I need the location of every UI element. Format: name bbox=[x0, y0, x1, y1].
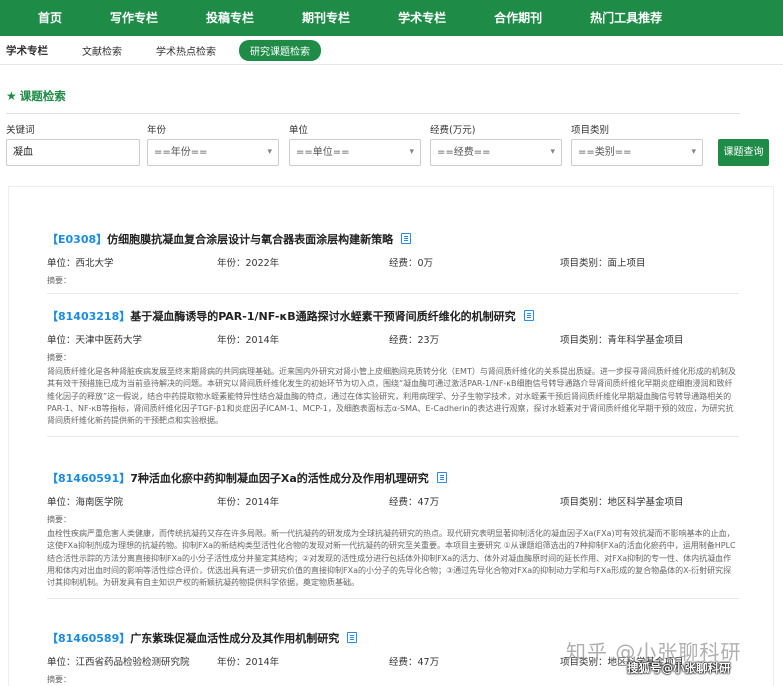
filter-bar: 关键词 凝血 年份 ==年份== ▾ 单位 ==单位== ▾ 经费(万元) ==经费… bbox=[6, 124, 776, 168]
year-label: 年份 bbox=[147, 125, 167, 136]
result-year: 年份：2022年 bbox=[217, 258, 280, 269]
chevron-down-icon: ▾ bbox=[550, 147, 555, 157]
result-item: 【81460591】7种活血化瘀中药抑制凝血因子Xa的活性成分及作用机理研究 单… bbox=[47, 470, 739, 600]
year-select[interactable]: ==年份== ▾ bbox=[147, 139, 279, 166]
result-fund: 经费：0万 bbox=[389, 258, 434, 269]
result-category: 项目类别：青年科学基金项目 bbox=[560, 335, 684, 346]
copy-icon[interactable] bbox=[436, 472, 447, 483]
result-code: 【81403218】 bbox=[47, 310, 131, 323]
result-item: 【81403218】基于凝血酶诱导的PAR-1/NF-κB通路探讨水蛭素干预肾间… bbox=[47, 308, 739, 438]
result-unit: 单位：海南医学院 bbox=[47, 497, 124, 508]
result-item: 【E0308】仿细胞膜抗凝血复合涂层设计与氧合器表面涂层构建新策略 单位：西北大… bbox=[47, 231, 739, 294]
abstract-label: 摘要： bbox=[47, 515, 71, 524]
abstract-label: 摘要： bbox=[47, 353, 71, 362]
funding-label: 经费(万元) bbox=[430, 125, 476, 136]
chevron-down-icon: ▾ bbox=[691, 147, 696, 157]
nav-home[interactable]: 首页 bbox=[14, 0, 86, 36]
nav-academic[interactable]: 学术专栏 bbox=[374, 0, 470, 36]
result-unit: 单位：西北大学 bbox=[47, 258, 114, 269]
result-year: 年份：2014年 bbox=[217, 497, 280, 508]
result-title[interactable]: 【E0308】仿细胞膜抗凝血复合涂层设计与氧合器表面涂层构建新策略 bbox=[47, 231, 739, 249]
category-filter: 项目类别 ==类别== ▾ bbox=[571, 124, 703, 166]
copy-icon[interactable] bbox=[401, 233, 412, 244]
result-meta: 单位：天津中医药大学 年份：2014年 经费：23万 项目类别：青年科学基金项目 bbox=[47, 332, 739, 348]
result-fund: 经费：47万 bbox=[389, 657, 440, 668]
watermark-sohu: 搜狐号@小张聊科研 bbox=[627, 661, 731, 675]
unit-label: 单位 bbox=[289, 125, 309, 136]
result-title[interactable]: 【81403218】基于凝血酶诱导的PAR-1/NF-κB通路探讨水蛭素干预肾间… bbox=[47, 308, 739, 326]
abstract-text: 肾间质纤维化是各种肾脏疾病发展至终末期肾病的共同病理基础。近来国内外研究对肾小管… bbox=[47, 367, 736, 426]
result-meta: 单位：西北大学 年份：2022年 经费：0万 项目类别：面上项目 bbox=[47, 255, 739, 271]
result-unit: 单位：天津中医药大学 bbox=[47, 335, 143, 346]
result-meta: 单位：海南医学院 年份：2014年 经费：47万 项目类别：地区科学基金项目 bbox=[47, 494, 739, 510]
category-label: 项目类别 bbox=[571, 125, 610, 136]
search-button[interactable]: 课题查询 bbox=[718, 139, 769, 166]
result-fund: 经费：47万 bbox=[389, 497, 440, 508]
category-select[interactable]: ==类别== ▾ bbox=[571, 139, 703, 166]
abstract-label: 摘要： bbox=[47, 276, 71, 285]
nav-submission[interactable]: 投稿专栏 bbox=[182, 0, 278, 36]
funding-select-value: ==经费== bbox=[437, 147, 491, 158]
section-title-text: 课题检索 bbox=[19, 89, 66, 103]
result-divider bbox=[47, 436, 739, 438]
nav-writing[interactable]: 写作专栏 bbox=[86, 0, 182, 36]
chevron-down-icon: ▾ bbox=[409, 147, 414, 157]
result-code: 【81460591】 bbox=[47, 472, 131, 485]
result-divider bbox=[47, 598, 739, 600]
year-filter: 年份 ==年份== ▾ bbox=[147, 124, 279, 166]
funding-select[interactable]: ==经费== ▾ bbox=[430, 139, 562, 166]
section-title: ★ 课题检索 bbox=[6, 85, 783, 107]
subnav-academic-column[interactable]: 学术专栏 bbox=[6, 40, 59, 61]
result-title[interactable]: 【81460591】7种活血化瘀中药抑制凝血因子Xa的活性成分及作用机理研究 bbox=[47, 470, 739, 488]
abstract-text: 血栓性疾病严重危害人类健康，而传统抗凝药又存在许多局限。新一代抗凝药的研发成为全… bbox=[47, 529, 736, 588]
result-category: 项目类别：面上项目 bbox=[560, 258, 646, 269]
results-panel: 【E0308】仿细胞膜抗凝血复合涂层设计与氧合器表面涂层构建新策略 单位：西北大… bbox=[8, 186, 774, 686]
result-title-text: 7种活血化瘀中药抑制凝血因子Xa的活性成分及作用机理研究 bbox=[130, 472, 429, 485]
chevron-down-icon: ▾ bbox=[267, 147, 272, 157]
copy-icon[interactable] bbox=[347, 632, 358, 643]
keyword-label: 关键词 bbox=[6, 125, 35, 136]
funding-filter: 经费(万元) ==经费== ▾ bbox=[430, 124, 562, 166]
subnav-project-search[interactable]: 研究课题检索 bbox=[239, 39, 321, 61]
keyword-filter: 关键词 凝血 bbox=[6, 124, 140, 166]
unit-select-value: ==单位== bbox=[296, 147, 350, 158]
result-year: 年份：2014年 bbox=[217, 335, 280, 346]
sub-nav: 学术专栏 文献检索 学术热点检索 研究课题检索 bbox=[0, 36, 783, 65]
result-code: 【E0308】 bbox=[47, 233, 108, 246]
top-nav: 首页 写作专栏 投稿专栏 期刊专栏 学术专栏 合作期刊 热门工具推荐 bbox=[0, 0, 783, 36]
section-divider bbox=[6, 113, 740, 114]
result-divider bbox=[47, 293, 739, 294]
result-title-text: 仿细胞膜抗凝血复合涂层设计与氧合器表面涂层构建新策略 bbox=[107, 233, 394, 246]
result-category: 项目类别：地区科学基金项目 bbox=[560, 497, 684, 508]
result-title-text: 广东紫珠促凝血活性成分及其作用机制研究 bbox=[130, 632, 340, 645]
category-select-value: ==类别== bbox=[578, 147, 632, 158]
subnav-literature-search[interactable]: 文献检索 bbox=[71, 40, 133, 61]
subnav-hotspot-search[interactable]: 学术热点检索 bbox=[145, 40, 227, 61]
result-unit: 单位：江西省药品检验检测研究院 bbox=[47, 657, 190, 668]
nav-partner-journals[interactable]: 合作期刊 bbox=[470, 0, 566, 36]
copy-icon[interactable] bbox=[523, 310, 534, 321]
year-select-value: ==年份== bbox=[154, 147, 208, 158]
star-icon: ★ bbox=[6, 89, 17, 103]
nav-tools[interactable]: 热门工具推荐 bbox=[566, 0, 686, 36]
keyword-input[interactable]: 凝血 bbox=[6, 139, 140, 166]
result-fund: 经费：23万 bbox=[389, 335, 440, 346]
unit-filter: 单位 ==单位== ▾ bbox=[289, 124, 421, 166]
nav-journals[interactable]: 期刊专栏 bbox=[278, 0, 374, 36]
result-title-text: 基于凝血酶诱导的PAR-1/NF-κB通路探讨水蛭素干预肾间质纤维化的机制研究 bbox=[130, 310, 516, 323]
result-year: 年份：2014年 bbox=[217, 657, 280, 668]
result-code: 【81460589】 bbox=[47, 632, 131, 645]
unit-select[interactable]: ==单位== ▾ bbox=[289, 139, 421, 166]
